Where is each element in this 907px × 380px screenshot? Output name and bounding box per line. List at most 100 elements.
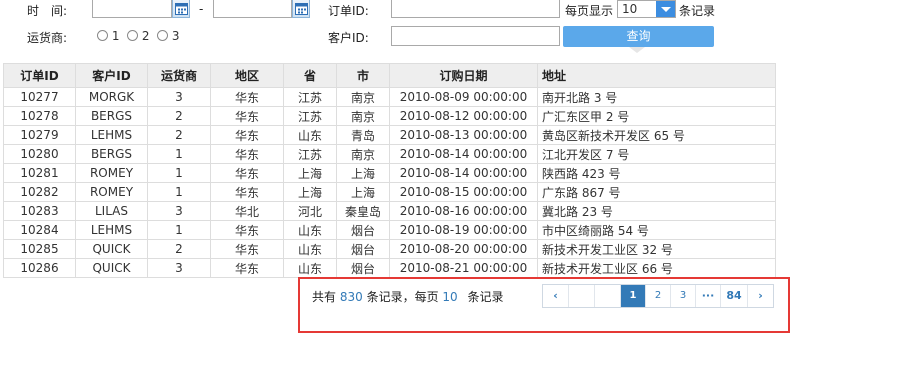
customer-id-input[interactable]: [391, 26, 560, 46]
table-cell: 冀北路 23 号: [537, 201, 776, 221]
table-cell: 华北: [210, 201, 284, 221]
table-cell: 华东: [210, 258, 284, 278]
table-cell: 2010-08-16 00:00:00: [389, 201, 538, 221]
table-cell: 山东: [283, 239, 337, 259]
pagination-spacer: [569, 285, 595, 307]
table-cell: 上海: [336, 182, 390, 202]
prev-page-button[interactable]: ‹: [543, 285, 569, 307]
shipper-option-1[interactable]: 1: [97, 29, 119, 43]
table-cell: 10284: [3, 220, 76, 240]
table-cell: 10286: [3, 258, 76, 278]
table-cell: BERGS: [75, 144, 148, 164]
column-header-customer-id: 客户ID: [75, 63, 148, 88]
page-size-label: 每页显示: [565, 4, 614, 18]
column-header-order-id: 订单ID: [3, 63, 76, 88]
table-cell: 山东: [283, 220, 337, 240]
table-row: 10277 MORGK 3 华东 江苏 南京 2010-08-09 00:00:00 南开北路…: [3, 87, 776, 107]
end-date-calendar-icon[interactable]: [292, 0, 310, 18]
page-button-1[interactable]: 1: [621, 285, 646, 307]
orders-table: 订单ID 客户ID 运货商 地区 省 市 订购日期 地址 10277 MORGK 3…: [3, 63, 776, 278]
pagination-control: ‹ 1 2 3 ··· 84 ›: [542, 284, 774, 308]
table-cell: 10283: [3, 201, 76, 221]
table-cell: LEHMS: [75, 220, 148, 240]
table-cell: 2010-08-12 00:00:00: [389, 106, 538, 126]
table-cell: QUICK: [75, 239, 148, 259]
table-cell: 1: [147, 144, 211, 164]
shipper-option-3[interactable]: 3: [157, 29, 179, 43]
radio-icon[interactable]: [97, 30, 108, 41]
column-header-province: 省: [283, 63, 337, 88]
table-cell: 10278: [3, 106, 76, 126]
table-row: 10279 LEHMS 2 华东 山东 青岛 2010-08-13 00:00:00 黄岛区新…: [3, 125, 776, 145]
radio-icon[interactable]: [127, 30, 138, 41]
last-page-button[interactable]: 84: [721, 285, 748, 307]
column-header-shipper: 运货商: [147, 63, 211, 88]
table-cell: 3: [147, 201, 211, 221]
column-header-order-date: 订购日期: [389, 63, 538, 88]
table-cell: BERGS: [75, 106, 148, 126]
table-cell: 河北: [283, 201, 337, 221]
customer-id-label: 客户ID:: [328, 31, 369, 45]
table-cell: 南京: [336, 144, 390, 164]
table-cell: 1: [147, 220, 211, 240]
page-size-value: 10: [622, 2, 638, 16]
table-cell: 华东: [210, 220, 284, 240]
table-header-row: 订单ID 客户ID 运货商 地区 省 市 订购日期 地址: [3, 63, 776, 88]
table-cell: 华东: [210, 163, 284, 183]
page-button-3[interactable]: 3: [671, 285, 696, 307]
table-row: 10284 LEHMS 1 华东 山东 烟台 2010-08-19 00:00:00 市中区绮…: [3, 220, 776, 240]
column-header-region: 地区: [210, 63, 284, 88]
table-cell: 10279: [3, 125, 76, 145]
table-cell: 10281: [3, 163, 76, 183]
start-date-calendar-icon[interactable]: [172, 0, 190, 18]
column-header-address: 地址: [537, 63, 776, 88]
table-cell: 华东: [210, 125, 284, 145]
table-cell: 2010-08-21 00:00:00: [389, 258, 538, 278]
page-ellipsis: ···: [696, 285, 721, 307]
table-cell: 新技术开发工业区 32 号: [537, 239, 776, 259]
table-row: 10282 ROMEY 1 华东 上海 上海 2010-08-15 00:00:00 广东路 …: [3, 182, 776, 202]
page-size-select[interactable]: 10: [617, 0, 676, 18]
table-cell: 上海: [336, 163, 390, 183]
table-cell: 2010-08-14 00:00:00: [389, 144, 538, 164]
table-cell: 华东: [210, 239, 284, 259]
table-cell: ROMEY: [75, 182, 148, 202]
page-button-2[interactable]: 2: [646, 285, 671, 307]
table-cell: 南开北路 3 号: [537, 87, 776, 107]
page-size-unit: 条记录: [679, 4, 716, 18]
shipper-label: 运货商:: [27, 31, 68, 45]
table-cell: 南京: [336, 87, 390, 107]
table-cell: 新技术开发工业区 66 号: [537, 258, 776, 278]
shipper-option-2[interactable]: 2: [127, 29, 149, 43]
end-date-input[interactable]: [213, 0, 292, 18]
table-row: 10283 LILAS 3 华北 河北 秦皇岛 2010-08-16 00:00:00 冀北路…: [3, 201, 776, 221]
table-cell: 2: [147, 106, 211, 126]
table-cell: LILAS: [75, 201, 148, 221]
table-cell: 烟台: [336, 258, 390, 278]
pagination-spacer: [595, 285, 621, 307]
table-cell: 江苏: [283, 87, 337, 107]
table-cell: 1: [147, 163, 211, 183]
table-cell: MORGK: [75, 87, 148, 107]
table-cell: 2010-08-20 00:00:00: [389, 239, 538, 259]
next-page-button[interactable]: ›: [748, 285, 773, 307]
table-cell: 2: [147, 125, 211, 145]
table-cell: 2: [147, 239, 211, 259]
order-id-input[interactable]: [391, 0, 560, 18]
table-cell: 烟台: [336, 220, 390, 240]
radio-icon[interactable]: [157, 30, 168, 41]
table-cell: 市中区绮丽路 54 号: [537, 220, 776, 240]
query-button-notch: [629, 47, 645, 53]
table-cell: 3: [147, 87, 211, 107]
table-cell: 2010-08-13 00:00:00: [389, 125, 538, 145]
query-button[interactable]: 查询: [563, 26, 714, 47]
records-per-page: 10: [442, 290, 458, 304]
table-row: 10278 BERGS 2 华东 江苏 南京 2010-08-12 00:00:00 广汇东区…: [3, 106, 776, 126]
chevron-down-icon[interactable]: [656, 1, 675, 17]
table-cell: 江苏: [283, 106, 337, 126]
start-date-input[interactable]: [92, 0, 172, 18]
table-cell: QUICK: [75, 258, 148, 278]
table-cell: 2010-08-14 00:00:00: [389, 163, 538, 183]
column-header-city: 市: [336, 63, 390, 88]
table-cell: 山东: [283, 125, 337, 145]
